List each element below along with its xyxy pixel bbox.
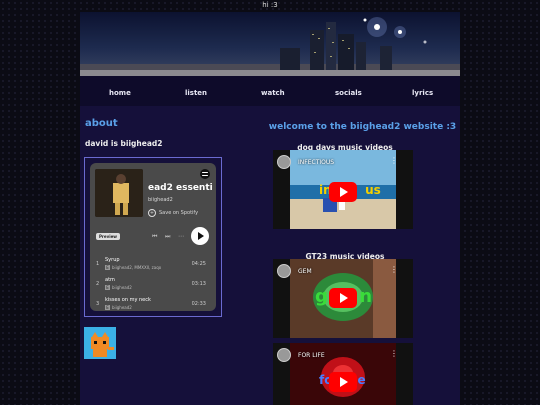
track-row[interactable]: 1 Syrup E biighead2, MMXXII, zaqo 04:25 [90, 255, 216, 275]
video-title[interactable]: INFECTIOUS [298, 159, 334, 166]
channel-avatar[interactable] [277, 348, 291, 362]
channel-avatar[interactable] [277, 264, 291, 278]
nav-socials[interactable]: socials [335, 89, 362, 97]
youtube-play-icon[interactable] [329, 182, 357, 202]
next-track-icon[interactable]: ⏭ [165, 233, 170, 241]
about-text: david is biighead2 [85, 139, 163, 148]
previous-track-icon[interactable]: ⏮ [152, 233, 157, 241]
track-number: 3 [96, 301, 100, 307]
youtube-play-icon[interactable] [329, 372, 357, 392]
track-number: 1 [96, 261, 100, 267]
more-options-icon[interactable]: ⋮ [390, 157, 398, 165]
nav-watch[interactable]: watch [261, 89, 285, 97]
preview-badge: Preview [96, 233, 121, 240]
track-artist: biighead2 [112, 305, 132, 310]
track-title: kisses on my neck [105, 297, 151, 303]
track-artist-row: E biighead2 [105, 285, 132, 290]
nav-listen[interactable]: listen [185, 89, 207, 97]
save-on-spotify-button[interactable]: + Save on Spotify [148, 209, 198, 217]
track-duration: 03:13 [191, 281, 206, 287]
track-artist-row: E biighead2, MMXXII, zaqo [105, 265, 161, 270]
window-title: hi :3 [262, 1, 278, 9]
track-title: atm [105, 277, 115, 283]
track-row[interactable]: 2 atm E biighead2 03:13 [90, 275, 216, 295]
track-title: Syrup [105, 257, 120, 263]
video-infectious[interactable]: INFECTIOUS ⋮ in us [273, 150, 413, 229]
track-row[interactable]: 3 kisses on my neck E biighead2 02:33 [90, 295, 216, 311]
video-gem[interactable]: GEM ⋮ g n [273, 259, 413, 338]
track-number: 2 [96, 281, 100, 287]
explicit-badge: E [105, 285, 110, 290]
city-skyline-image [80, 17, 460, 76]
more-options-icon[interactable]: ⋯ [178, 233, 184, 240]
spotify-player[interactable]: ead2 essenti biighead2 + Save on Spotify… [90, 163, 216, 311]
explicit-badge: E [105, 265, 110, 270]
pixel-cat-image [84, 327, 116, 359]
video-for-life[interactable]: FOR LIFE ⋮ fo e [273, 343, 413, 405]
navigation-bar: home listen watch socials lyrics [80, 76, 460, 106]
more-options-icon[interactable]: ⋮ [390, 350, 398, 358]
nav-lyrics[interactable]: lyrics [412, 89, 433, 97]
spotify-embed-frame: ead2 essenti biighead2 + Save on Spotify… [84, 157, 222, 317]
playlist-title[interactable]: ead2 essenti [148, 183, 214, 193]
track-duration: 04:25 [191, 261, 206, 267]
welcome-heading: welcome to the biighead2 website :3 [268, 122, 457, 132]
explicit-badge: E [105, 305, 110, 310]
about-heading: about [85, 118, 118, 129]
spotify-logo-icon[interactable] [200, 169, 210, 179]
save-label: Save on Spotify [159, 210, 199, 216]
album-cover-image[interactable] [95, 169, 143, 217]
playlist-artist[interactable]: biighead2 [148, 197, 173, 203]
play-button[interactable] [191, 227, 209, 245]
header-banner [80, 12, 460, 76]
plus-icon: + [148, 209, 156, 217]
track-artist: biighead2 [112, 285, 132, 290]
main-page: home listen watch socials lyrics about d… [80, 12, 460, 405]
nav-home[interactable]: home [109, 89, 131, 97]
track-duration: 02:33 [191, 301, 206, 307]
track-artist-row: E biighead2 [105, 305, 132, 310]
video-title[interactable]: GEM [298, 268, 312, 275]
youtube-play-icon[interactable] [329, 288, 357, 308]
more-options-icon[interactable]: ⋮ [390, 266, 398, 274]
video-title[interactable]: FOR LIFE [298, 352, 325, 359]
track-artist: biighead2, MMXXII, zaqo [112, 265, 162, 270]
channel-avatar[interactable] [277, 155, 291, 169]
